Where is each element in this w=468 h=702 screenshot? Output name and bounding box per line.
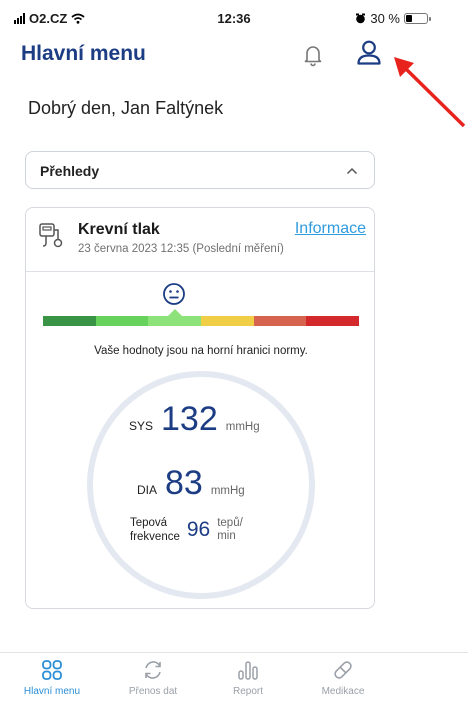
nav-label-medication: Medikace bbox=[321, 686, 365, 697]
pulse-value: 96 bbox=[186, 518, 211, 541]
scale-segment bbox=[43, 316, 96, 326]
sys-unit: mmHg bbox=[225, 421, 260, 433]
scale-segment bbox=[253, 316, 307, 326]
neutral-face-icon bbox=[163, 283, 185, 305]
pulse-unit: tepů/min bbox=[217, 517, 243, 543]
card-header: Krevní tlak 23 června 2023 12:35 (Posled… bbox=[26, 208, 374, 272]
card-title: Krevní tlak bbox=[78, 221, 160, 238]
scale-segment bbox=[95, 316, 149, 326]
blood-pressure-monitor-icon bbox=[39, 223, 63, 248]
user-profile-icon[interactable] bbox=[354, 38, 384, 68]
battery-group: 30 % bbox=[355, 11, 431, 26]
bell-icon[interactable] bbox=[300, 42, 326, 68]
pulse-label-line2: frekvence bbox=[130, 531, 180, 543]
pill-icon bbox=[334, 661, 352, 679]
scale-segment bbox=[148, 316, 202, 326]
last-measurement: 23 června 2023 12:35 (Poslední měření) bbox=[78, 243, 284, 255]
pulse-unit-line2: min bbox=[217, 530, 236, 542]
nav-label-home: Hlavní menu bbox=[23, 686, 81, 697]
battery-percent: 30 % bbox=[370, 11, 400, 26]
pulse-label: Tepová frekvence bbox=[130, 516, 180, 544]
dia-label: DIA bbox=[137, 483, 158, 497]
scale-segment bbox=[306, 316, 360, 326]
nav-label-report: Report bbox=[232, 686, 263, 697]
greeting-text: Dobrý den, Jan Faltýnek bbox=[28, 98, 224, 118]
overview-dropdown[interactable]: Přehledy bbox=[25, 151, 375, 189]
nav-item-data-transfer[interactable]: Přenos dat bbox=[113, 659, 193, 697]
sync-icon bbox=[145, 661, 161, 679]
red-arrow-annotation bbox=[394, 57, 466, 128]
bp-scale-bar bbox=[43, 316, 360, 326]
dia-value: 83 bbox=[165, 464, 203, 502]
status-bar: O2.CZ 12:36 30 % bbox=[0, 0, 468, 34]
info-link[interactable]: Informace bbox=[295, 220, 366, 238]
blood-pressure-card[interactable]: Krevní tlak 23 června 2023 12:35 (Posled… bbox=[25, 207, 375, 609]
report-bars-icon bbox=[238, 661, 258, 680]
page-title: Hlavní menu bbox=[21, 42, 146, 65]
alarm-icon bbox=[356, 13, 366, 24]
chevron-up-icon bbox=[346, 167, 358, 175]
nav-item-report[interactable]: Report bbox=[208, 659, 288, 697]
sys-value: 132 bbox=[161, 400, 218, 438]
battery-icon bbox=[404, 13, 431, 24]
home-grid-icon bbox=[42, 660, 62, 680]
pulse-label-line1: Tepová bbox=[130, 517, 168, 529]
nav-item-home[interactable]: Hlavní menu bbox=[12, 659, 92, 697]
scale-segment bbox=[201, 316, 254, 326]
sys-row: SYS 132 mmHg bbox=[129, 400, 260, 439]
result-message: Vaše hodnoty jsou na horní hranici normy… bbox=[94, 345, 308, 357]
sys-label: SYS bbox=[129, 419, 154, 433]
nav-label-data-transfer: Přenos dat bbox=[128, 686, 178, 697]
dia-row: DIA 83 mmHg bbox=[137, 464, 245, 503]
bottom-nav: Hlavní menu Přenos dat Report Medikace bbox=[0, 652, 468, 702]
pulse-unit-line1: tepů/ bbox=[217, 517, 243, 529]
pulse-row: Tepová frekvence 96 tepů/min bbox=[130, 516, 243, 544]
dia-unit: mmHg bbox=[210, 485, 245, 497]
overview-label: Přehledy bbox=[40, 163, 100, 179]
scale-pointer bbox=[168, 309, 182, 316]
nav-item-medication[interactable]: Medikace bbox=[303, 659, 383, 697]
